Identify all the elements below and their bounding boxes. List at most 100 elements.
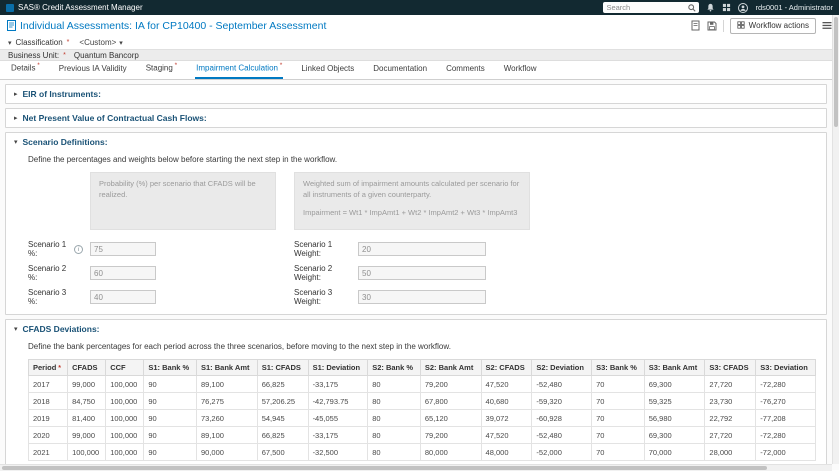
- info-icon[interactable]: i: [74, 244, 83, 254]
- tab-documentation[interactable]: Documentation: [372, 60, 428, 79]
- search-icon[interactable]: [688, 3, 697, 12]
- user-name[interactable]: rds0001 - Administrator: [755, 3, 833, 12]
- table-cell[interactable]: 79,200: [419, 426, 482, 444]
- table-cell[interactable]: 69,300: [643, 426, 706, 444]
- table-cell[interactable]: 2018: [27, 392, 69, 410]
- table-cell[interactable]: 100,000: [105, 443, 145, 461]
- table-cell[interactable]: -52,000: [531, 443, 593, 461]
- table-cell[interactable]: 99,000: [67, 375, 107, 393]
- table-cell[interactable]: 100,000: [67, 443, 107, 461]
- table-cell[interactable]: -72,000: [755, 443, 816, 461]
- table-cell[interactable]: 27,720: [704, 375, 757, 393]
- search-input[interactable]: Search: [603, 2, 700, 13]
- table-cell[interactable]: 39,072: [480, 409, 533, 427]
- column-header[interactable]: S3: Deviation: [755, 359, 816, 376]
- table-cell[interactable]: 73,260: [196, 409, 258, 427]
- column-header[interactable]: S3: Bank Amt: [643, 359, 706, 376]
- table-cell[interactable]: 54,945: [256, 409, 309, 427]
- tab-staging[interactable]: Staging *: [145, 58, 178, 79]
- table-cell[interactable]: -72,280: [755, 375, 816, 393]
- table-cell[interactable]: 2019: [27, 409, 69, 427]
- table-cell[interactable]: 80: [367, 409, 421, 427]
- table-cell[interactable]: -33,175: [307, 375, 369, 393]
- table-cell[interactable]: 90,000: [196, 443, 258, 461]
- table-cell[interactable]: -77,208: [755, 409, 816, 427]
- tab-workflow[interactable]: Workflow: [503, 60, 538, 79]
- table-cell[interactable]: 23,730: [704, 392, 757, 410]
- collapse-caret-icon[interactable]: ▾: [8, 39, 12, 47]
- column-header[interactable]: S1: CFADS: [256, 359, 309, 376]
- cfads-section-header[interactable]: ▾ CFADS Deviations:: [6, 320, 826, 338]
- apps-grid-icon[interactable]: [722, 3, 731, 12]
- table-cell[interactable]: 100,000: [105, 426, 145, 444]
- table-cell[interactable]: 47,520: [480, 426, 533, 444]
- table-cell[interactable]: 70: [591, 392, 645, 410]
- scenario-3-weight-input[interactable]: [358, 290, 486, 304]
- table-cell[interactable]: -52,480: [531, 375, 593, 393]
- scenario-2-weight-input[interactable]: [358, 266, 486, 280]
- table-cell[interactable]: 67,500: [256, 443, 309, 461]
- table-cell[interactable]: 90: [143, 375, 197, 393]
- column-header[interactable]: S2: Bank Amt: [419, 359, 482, 376]
- scenario-1-pct-input[interactable]: [90, 242, 156, 256]
- scenario-1-weight-input[interactable]: [358, 242, 486, 256]
- table-cell[interactable]: 69,300: [643, 375, 706, 393]
- column-header[interactable]: S2: Bank %: [367, 359, 421, 376]
- table-cell[interactable]: -52,480: [531, 426, 593, 444]
- table-cell[interactable]: 59,325: [643, 392, 706, 410]
- column-header[interactable]: S1: Deviation: [307, 359, 369, 376]
- column-header[interactable]: CFADS: [67, 359, 107, 376]
- table-cell[interactable]: 90: [143, 392, 197, 410]
- table-cell[interactable]: 84,750: [67, 392, 107, 410]
- table-cell[interactable]: 80: [367, 392, 421, 410]
- notifications-bell-icon[interactable]: [706, 3, 715, 12]
- table-cell[interactable]: 89,100: [196, 426, 258, 444]
- column-header[interactable]: S1: Bank %: [143, 359, 197, 376]
- table-cell[interactable]: -60,928: [531, 409, 593, 427]
- horizontal-scrollbar[interactable]: [0, 464, 832, 471]
- tab-linked-objects[interactable]: Linked Objects: [300, 60, 355, 79]
- table-cell[interactable]: 28,000: [704, 443, 757, 461]
- column-header[interactable]: S3: CFADS: [704, 359, 757, 376]
- table-cell[interactable]: 70: [591, 426, 645, 444]
- workflow-actions-button[interactable]: Workflow actions: [729, 17, 816, 34]
- npv-section-header[interactable]: ▸ Net Present Value of Contractual Cash …: [6, 109, 826, 127]
- table-cell[interactable]: 57,206.25: [256, 392, 309, 410]
- table-cell[interactable]: -32,500: [307, 443, 369, 461]
- classification-dropdown[interactable]: <Custom> ▾: [79, 38, 122, 47]
- table-cell[interactable]: 76,275: [196, 392, 258, 410]
- table-cell[interactable]: 47,520: [480, 375, 533, 393]
- table-cell[interactable]: 70: [591, 375, 645, 393]
- table-cell[interactable]: 70: [591, 409, 645, 427]
- column-header[interactable]: S2: CFADS: [480, 359, 533, 376]
- table-cell[interactable]: 90: [143, 426, 197, 444]
- vertical-scrollbar[interactable]: [832, 15, 839, 464]
- table-cell[interactable]: 80,000: [419, 443, 482, 461]
- table-cell[interactable]: 80: [367, 426, 421, 444]
- table-cell[interactable]: 40,680: [480, 392, 533, 410]
- table-cell[interactable]: 2017: [27, 375, 69, 393]
- export-icon[interactable]: [691, 20, 701, 31]
- horizontal-scrollbar-thumb[interactable]: [2, 466, 768, 470]
- table-cell[interactable]: -76,270: [755, 392, 816, 410]
- tab-comments[interactable]: Comments: [445, 60, 486, 79]
- table-cell[interactable]: 100,000: [105, 375, 145, 393]
- table-cell[interactable]: -42,793.75: [307, 392, 369, 410]
- table-cell[interactable]: 90: [143, 443, 197, 461]
- table-cell[interactable]: 90: [143, 409, 197, 427]
- table-cell[interactable]: 2021: [27, 443, 69, 461]
- scenario-2-pct-input[interactable]: [90, 266, 156, 280]
- table-cell[interactable]: 65,120: [419, 409, 482, 427]
- table-cell[interactable]: 27,720: [704, 426, 757, 444]
- table-cell[interactable]: 80: [367, 443, 421, 461]
- table-cell[interactable]: 81,400: [67, 409, 107, 427]
- scenario-3-pct-input[interactable]: [90, 290, 156, 304]
- column-header[interactable]: S2: Deviation: [531, 359, 593, 376]
- tab-impairment-calculation[interactable]: Impairment Calculation *: [195, 58, 284, 79]
- table-cell[interactable]: -33,175: [307, 426, 369, 444]
- menu-hamburger-icon[interactable]: [822, 21, 832, 30]
- table-cell[interactable]: -45,055: [307, 409, 369, 427]
- table-cell[interactable]: 80: [367, 375, 421, 393]
- table-cell[interactable]: 2020: [27, 426, 69, 444]
- table-cell[interactable]: 67,800: [419, 392, 482, 410]
